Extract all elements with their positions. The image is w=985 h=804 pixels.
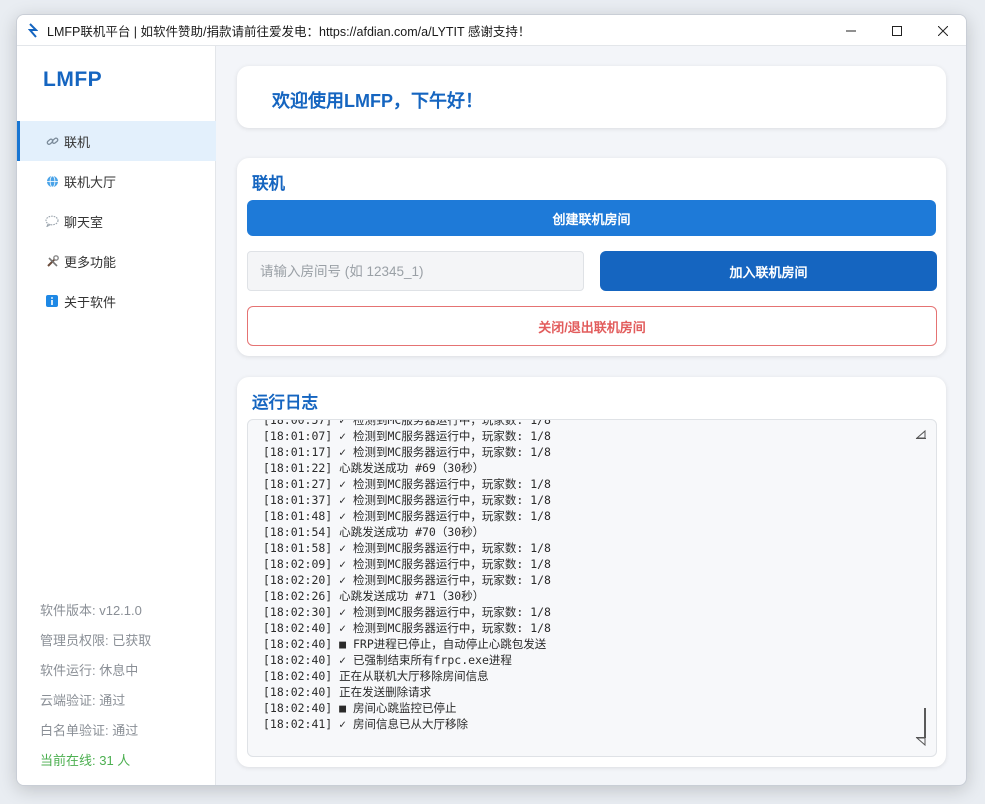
close-icon: [938, 25, 948, 36]
sidebar-item-label: 更多功能: [64, 254, 117, 270]
log-line: [18:02:26] 心跳发送成功 #71（30秒）: [263, 589, 485, 603]
scroll-down-icon: [915, 737, 926, 747]
close-window-button[interactable]: [920, 15, 966, 46]
minimize-button[interactable]: [828, 15, 874, 46]
sidebar-item-connect[interactable]: 联机: [17, 121, 216, 161]
scroll-up-button[interactable]: [914, 428, 928, 440]
sidebar-item-label: 聊天室: [64, 214, 104, 230]
sidebar-item-lobby[interactable]: 联机大厅: [17, 161, 216, 201]
window-title: LMFP联机平台 | 如软件赞助/捐款请前往爱发电：https://afdian…: [47, 24, 531, 39]
welcome-card: 欢迎使用LMFP，下午好！: [237, 66, 946, 128]
log-card: 运行日志 [18:00:57] ✓ 检测到MC服务器运行中，玩家数: 1/8 [1…: [237, 377, 946, 767]
scroll-down-button[interactable]: [914, 736, 928, 748]
close-room-button[interactable]: 关闭/退出联机房间: [247, 306, 937, 346]
log-line: [18:01:27] ✓ 检测到MC服务器运行中，玩家数: 1/8: [263, 477, 551, 491]
welcome-message: 欢迎使用LMFP，下午好！: [272, 91, 483, 111]
info-icon: [45, 294, 59, 308]
minimize-icon: [846, 30, 856, 31]
sidebar: LMFP 联机 联机大厅 聊天室 更多功能 关于软件 软件版本: v12.1.0…: [17, 46, 216, 785]
sidebar-item-more-features[interactable]: 更多功能: [17, 241, 216, 281]
app-window: LMFP联机平台 | 如软件赞助/捐款请前往爱发电：https://afdian…: [16, 14, 967, 786]
log-section-title: 运行日志: [252, 394, 318, 412]
maximize-icon: [892, 25, 902, 36]
sidebar-item-label: 联机大厅: [64, 174, 117, 190]
run-status-text: 软件运行: 休息中: [40, 663, 139, 678]
link-icon: [45, 134, 59, 148]
log-line: [18:01:07] ✓ 检测到MC服务器运行中，玩家数: 1/8: [263, 429, 551, 443]
connect-card: 联机 创建联机房间 加入联机房间 关闭/退出联机房间: [237, 158, 946, 356]
create-room-button[interactable]: 创建联机房间: [247, 200, 936, 236]
admin-status-text: 管理员权限: 已获取: [40, 633, 152, 648]
scroll-thumb[interactable]: [924, 708, 926, 738]
log-line: [18:02:40] ✓ 检测到MC服务器运行中，玩家数: 1/8: [263, 621, 551, 635]
globe-icon: [45, 174, 59, 188]
room-number-input[interactable]: [247, 251, 584, 291]
log-line: [18:01:17] ✓ 检测到MC服务器运行中，玩家数: 1/8: [263, 445, 551, 459]
cloud-verify-text: 云端验证: 通过: [40, 693, 126, 708]
log-lines: [18:00:57] ✓ 检测到MC服务器运行中，玩家数: 1/8 [18:01:…: [263, 419, 906, 732]
log-line: [18:02:40] 正在从联机大厅移除房间信息: [263, 669, 489, 683]
connect-section-title: 联机: [252, 175, 285, 193]
sidebar-item-chat[interactable]: 聊天室: [17, 201, 216, 241]
app-icon: [27, 22, 39, 38]
tools-icon: [45, 254, 59, 268]
online-count-text: 当前在线: 31 人: [40, 753, 131, 768]
app-logo: LMFP: [43, 68, 103, 91]
log-line: [18:02:40] 正在发送删除请求: [263, 685, 432, 699]
log-output[interactable]: [18:00:57] ✓ 检测到MC服务器运行中，玩家数: 1/8 [18:01:…: [247, 419, 937, 757]
log-line: [18:02:40] ■ 房间心跳监控已停止: [263, 701, 457, 715]
whitelist-verify-text: 白名单验证: 通过: [40, 723, 139, 738]
version-text: 软件版本: v12.1.0: [40, 603, 142, 618]
log-line: [18:02:30] ✓ 检测到MC服务器运行中，玩家数: 1/8: [263, 605, 551, 619]
log-line: [18:01:48] ✓ 检测到MC服务器运行中，玩家数: 1/8: [263, 509, 551, 523]
log-line: [18:01:22] 心跳发送成功 #69（30秒）: [263, 461, 485, 475]
title-bar[interactable]: LMFP联机平台 | 如软件赞助/捐款请前往爱发电：https://afdian…: [17, 15, 966, 46]
sidebar-nav: 联机 联机大厅 聊天室 更多功能 关于软件: [17, 121, 216, 321]
window-controls: [828, 15, 966, 46]
log-line: [18:02:40] ✓ 已强制结束所有frpc.exe进程: [263, 653, 512, 667]
maximize-button[interactable]: [874, 15, 920, 46]
chat-bubble-icon: [45, 214, 59, 228]
sidebar-item-label: 联机: [64, 134, 91, 150]
scroll-up-icon: [915, 429, 926, 439]
log-line: [18:00:57] ✓ 检测到MC服务器运行中，玩家数: 1/8: [263, 419, 551, 427]
log-line: [18:02:20] ✓ 检测到MC服务器运行中，玩家数: 1/8: [263, 573, 551, 587]
log-line: [18:01:37] ✓ 检测到MC服务器运行中，玩家数: 1/8: [263, 493, 551, 507]
join-room-button[interactable]: 加入联机房间: [600, 251, 937, 291]
log-line: [18:02:40] ■ FRP进程已停止，自动停止心跳包发送: [263, 637, 547, 651]
log-line: [18:02:41] ✓ 房间信息已从大厅移除: [263, 717, 469, 731]
log-scrollbar[interactable]: [914, 428, 928, 748]
log-line: [18:01:58] ✓ 检测到MC服务器运行中，玩家数: 1/8: [263, 541, 551, 555]
sidebar-item-about[interactable]: 关于软件: [17, 281, 216, 321]
status-info: 软件版本: v12.1.0 管理员权限: 已获取 软件运行: 休息中 云端验证:…: [40, 596, 151, 776]
log-line: [18:02:09] ✓ 检测到MC服务器运行中，玩家数: 1/8: [263, 557, 551, 571]
sidebar-item-label: 关于软件: [64, 294, 117, 310]
log-line: [18:01:54] 心跳发送成功 #70（30秒）: [263, 525, 485, 539]
